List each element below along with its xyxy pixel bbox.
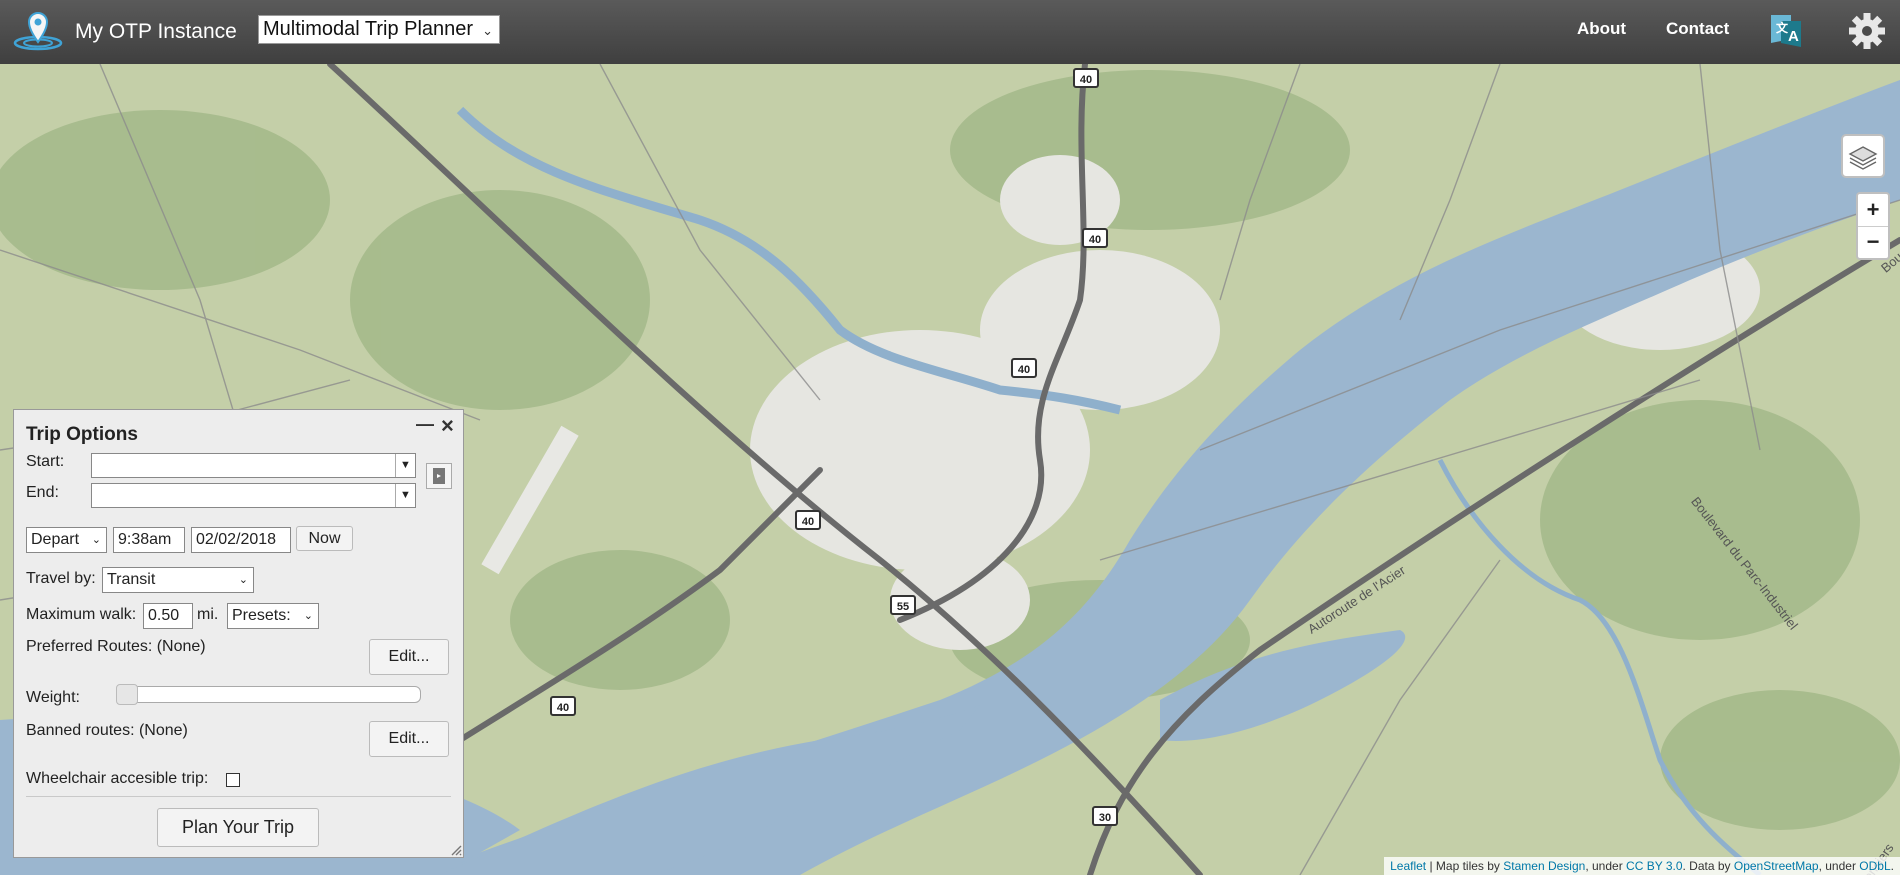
app-title[interactable]: My OTP Instance	[75, 20, 237, 44]
about-link[interactable]: About	[1577, 19, 1626, 39]
highway-shield: 55	[890, 595, 916, 615]
map-attribution: Leaflet | Map tiles by Stamen Design, un…	[1384, 857, 1900, 875]
zoom-control: + −	[1856, 192, 1890, 260]
end-input[interactable]: ▼	[91, 483, 416, 508]
highway-shield: 30	[1092, 806, 1118, 826]
walk-presets-value: Presets:	[232, 607, 291, 624]
zoom-out-button[interactable]: −	[1858, 226, 1888, 258]
caret-down-icon[interactable]: ▼	[395, 454, 415, 477]
chevron-down-icon: ⌄	[482, 23, 493, 38]
attribution-text: , under	[1818, 859, 1860, 873]
attribution-text: , under	[1585, 859, 1627, 873]
caret-down-icon[interactable]: ▼	[395, 484, 415, 507]
chevron-down-icon: ⌄	[303, 610, 313, 622]
swap-start-end-button[interactable]	[426, 463, 452, 489]
start-input[interactable]: ▼	[91, 453, 416, 478]
max-walk-input[interactable]: 0.50	[143, 603, 193, 629]
attribution-text: . Data by	[1682, 859, 1734, 873]
date-input[interactable]: 02/02/2018	[191, 527, 291, 553]
plan-trip-button[interactable]: Plan Your Trip	[157, 808, 319, 847]
contact-link[interactable]: Contact	[1666, 19, 1729, 39]
banned-routes-label: Banned routes: (None)	[26, 722, 188, 739]
weight-slider[interactable]	[116, 684, 421, 705]
max-walk-label: Maximum walk:	[26, 606, 137, 623]
attribution-text: | Map tiles by	[1426, 859, 1504, 873]
now-button[interactable]: Now	[296, 526, 353, 551]
time-input[interactable]: 9:38am	[113, 527, 185, 553]
depart-arrive-value: Depart	[31, 531, 80, 548]
max-walk-unit: mi.	[197, 606, 219, 623]
top-navbar: My OTP Instance Multimodal Trip Planner …	[0, 0, 1900, 64]
wheelchair-label: Wheelchair accesible trip:	[26, 770, 209, 787]
swap-icon	[433, 468, 445, 484]
chevron-down-icon: ⌄	[91, 534, 101, 546]
stamen-link[interactable]: Stamen Design	[1503, 859, 1585, 873]
language-translate-icon[interactable]: 文 A	[1769, 13, 1803, 49]
weight-label: Weight:	[26, 689, 80, 706]
travel-mode-value: Transit	[107, 571, 156, 588]
highway-shield: 40	[550, 696, 576, 716]
gear-icon[interactable]	[1848, 12, 1886, 50]
otp-logo-icon	[13, 12, 63, 51]
resize-grip-icon[interactable]	[450, 844, 462, 856]
travel-by-label: Travel by:	[26, 570, 96, 587]
edit-banned-routes-button[interactable]: Edit...	[369, 721, 449, 757]
svg-text:A: A	[1788, 28, 1799, 45]
panel-divider	[26, 796, 451, 797]
highway-shield: 40	[1073, 68, 1099, 88]
attribution-text: .	[1890, 859, 1894, 873]
planner-mode-select[interactable]: Multimodal Trip Planner ⌄	[258, 15, 500, 44]
highway-shield: 40	[1082, 228, 1108, 248]
edit-preferred-routes-button[interactable]: Edit...	[369, 639, 449, 675]
leaflet-link[interactable]: Leaflet	[1390, 859, 1426, 873]
panel-title: Trip Options	[26, 424, 138, 445]
layers-control[interactable]	[1841, 134, 1885, 178]
layers-icon	[1848, 146, 1878, 170]
planner-mode-value: Multimodal Trip Planner	[263, 18, 474, 40]
travel-mode-select[interactable]: Transit ⌄	[102, 567, 254, 593]
minimize-button[interactable]: —	[416, 414, 434, 435]
wheelchair-checkbox[interactable]	[226, 773, 240, 787]
close-button[interactable]: ×	[441, 413, 454, 439]
depart-arrive-select[interactable]: Depart ⌄	[26, 527, 107, 553]
cc-license-link[interactable]: CC BY 3.0	[1626, 859, 1682, 873]
osm-link[interactable]: OpenStreetMap	[1734, 859, 1819, 873]
preferred-routes-label: Preferred Routes: (None)	[26, 638, 206, 655]
end-label: End:	[26, 484, 59, 501]
odbl-link[interactable]: ODbL	[1859, 859, 1890, 873]
chevron-down-icon: ⌄	[238, 574, 248, 586]
start-label: Start:	[26, 453, 65, 470]
weight-slider-handle[interactable]	[116, 684, 138, 705]
trip-options-panel: Trip Options — × Start: ▼ End: ▼ Depart …	[13, 409, 464, 858]
zoom-in-button[interactable]: +	[1858, 194, 1888, 227]
highway-shield: 40	[795, 510, 821, 530]
highway-shield: 40	[1011, 358, 1037, 378]
walk-presets-select[interactable]: Presets: ⌄	[227, 603, 319, 629]
